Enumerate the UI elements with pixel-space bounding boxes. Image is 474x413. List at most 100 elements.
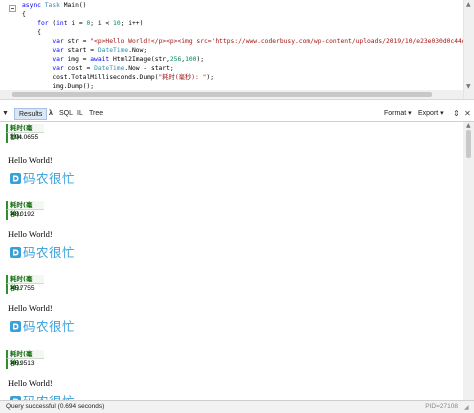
code-token: );	[196, 56, 205, 63]
logo-mark-icon	[10, 247, 21, 258]
code-token: "耗时(毫秒): "	[158, 74, 207, 81]
code-token: img =	[67, 56, 91, 63]
tab-tree[interactable]: Tree	[86, 108, 106, 120]
dump-value: 48.0192	[6, 210, 44, 220]
close-icon[interactable]: ✕	[463, 109, 472, 118]
code-token: .Now - start;	[124, 65, 174, 72]
code-line[interactable]: var start = DateTime.Now;	[22, 46, 460, 55]
hello-text: Hello World!	[8, 303, 53, 313]
rendered-logo: 码农很忙	[10, 171, 80, 188]
code-token: int	[56, 20, 72, 27]
code-line[interactable]: for (int i = 0; i < 10; i++)	[22, 19, 460, 28]
tab-il[interactable]: IL	[74, 108, 86, 120]
editor-horizontal-scrollbar[interactable]	[0, 90, 463, 99]
results-scroll-thumb[interactable]	[466, 130, 471, 158]
code-token: "<p>Hello World!</p><p><img src='https:/…	[90, 38, 474, 45]
code-token: await	[90, 56, 114, 63]
toggle-layout-icon[interactable]: ⇕	[452, 109, 461, 118]
logo-mark-icon	[10, 321, 21, 332]
dump-header: 耗时(毫秒):	[6, 275, 44, 292]
export-dropdown-button[interactable]: Export ▾	[418, 108, 444, 120]
results-toolbar: ▼ Results λ SQL IL Tree Format ▾ Export …	[0, 106, 474, 122]
code-token: i =	[71, 20, 87, 27]
code-token: cost.TotalMilliseconds.Dump(	[22, 74, 159, 81]
code-token: Task	[44, 2, 64, 9]
code-token: cost =	[67, 65, 95, 72]
code-token: {	[22, 29, 41, 36]
query-status-text: Query successful (0.694 seconds)	[6, 403, 105, 410]
code-line[interactable]: var img = await Html2Image(str,256,100);	[22, 55, 460, 64]
hello-text: Hello World!	[8, 229, 53, 239]
logo-text: 码农很忙	[23, 245, 76, 260]
code-token: str =	[67, 38, 91, 45]
code-token: var	[52, 38, 68, 45]
results-vertical-scrollbar[interactable]: ▲	[463, 122, 474, 400]
hello-text: Hello World!	[8, 155, 53, 165]
format-dropdown-button[interactable]: Format ▾	[384, 108, 412, 120]
scroll-down-arrow-icon[interactable]: ▼	[466, 83, 471, 90]
tab-results[interactable]: Results	[14, 108, 48, 120]
code-token: async	[22, 2, 45, 9]
code-token: 10	[113, 20, 121, 27]
dump-box: 耗时(毫秒): 194.0655	[6, 124, 44, 143]
code-token: img.Dump();	[22, 83, 95, 90]
results-pane[interactable]: 耗时(毫秒): 194.0655 Hello World! 码农很忙 耗时(毫秒…	[0, 122, 474, 400]
dump-header: 耗时(毫秒):	[6, 201, 44, 218]
code-line[interactable]: {	[22, 10, 460, 19]
logo-text: 码农很忙	[23, 319, 76, 334]
tab-lambda[interactable]: λ	[46, 108, 56, 120]
panel-collapse-triangle-icon[interactable]: ▼	[2, 110, 9, 117]
editor-horizontal-scroll-thumb[interactable]	[12, 92, 432, 97]
code-token: DateTime	[94, 65, 125, 72]
code-editor[interactable]: async Task Main(){ for (int i = 0; i < 1…	[0, 0, 474, 100]
code-token: 256	[169, 56, 182, 63]
code-token: var	[52, 56, 68, 63]
code-token: {	[22, 11, 26, 18]
code-token: var	[52, 65, 68, 72]
code-line[interactable]: {	[22, 28, 460, 37]
hello-text: Hello World!	[8, 378, 53, 388]
dump-box: 耗时(毫秒): 46.9513	[6, 350, 44, 369]
scroll-up-arrow-icon[interactable]: ▲	[466, 122, 471, 129]
code-token: DateTime	[97, 47, 129, 54]
code-line[interactable]: var str = "<p>Hello World!</p><p><img sr…	[22, 37, 474, 46]
code-line[interactable]: cost.TotalMilliseconds.Dump("耗时(毫秒): ");	[22, 73, 460, 82]
code-token: Main()	[63, 2, 87, 9]
logo-mark-icon	[10, 173, 21, 184]
fold-toggle-icon[interactable]	[9, 5, 16, 12]
code-line[interactable]: var cost = DateTime.Now - start;	[22, 64, 460, 73]
code-token: Html2Image(str,	[113, 56, 170, 63]
code-token: for	[37, 20, 53, 27]
code-token: 100	[185, 56, 197, 63]
process-id-text: PID=27108	[425, 403, 458, 410]
code-token: var	[52, 47, 68, 54]
code-token: .Now;	[128, 47, 148, 54]
tab-sql[interactable]: SQL	[56, 108, 76, 120]
scroll-up-arrow-icon[interactable]: ▲	[466, 1, 471, 8]
editor-gutter	[0, 0, 18, 99]
code-token: ; i <	[90, 20, 114, 27]
code-token: ; i++)	[120, 20, 144, 27]
rendered-logo: 码农很忙	[10, 319, 80, 336]
dump-value: 194.0655	[6, 133, 44, 143]
rendered-logo: 码农很忙	[10, 245, 80, 262]
dump-value: 45.7755	[6, 284, 44, 294]
status-bar: Query successful (0.694 seconds) PID=271…	[0, 400, 474, 413]
dump-box: 耗时(毫秒): 48.0192	[6, 201, 44, 220]
code-text[interactable]: async Task Main(){ for (int i = 0; i < 1…	[22, 1, 474, 99]
dump-header: 耗时(毫秒):	[6, 124, 44, 141]
logo-text: 码农很忙	[23, 171, 76, 186]
dump-value: 46.9513	[6, 359, 44, 369]
editor-vertical-scrollbar[interactable]: ▲ ▼	[463, 0, 474, 99]
code-token: start =	[67, 47, 98, 54]
code-line[interactable]: async Task Main()	[22, 1, 460, 10]
resize-grip-icon[interactable]: ◢	[464, 404, 472, 412]
dump-header: 耗时(毫秒):	[6, 350, 44, 367]
code-token: );	[206, 74, 215, 81]
dump-box: 耗时(毫秒): 45.7755	[6, 275, 44, 294]
